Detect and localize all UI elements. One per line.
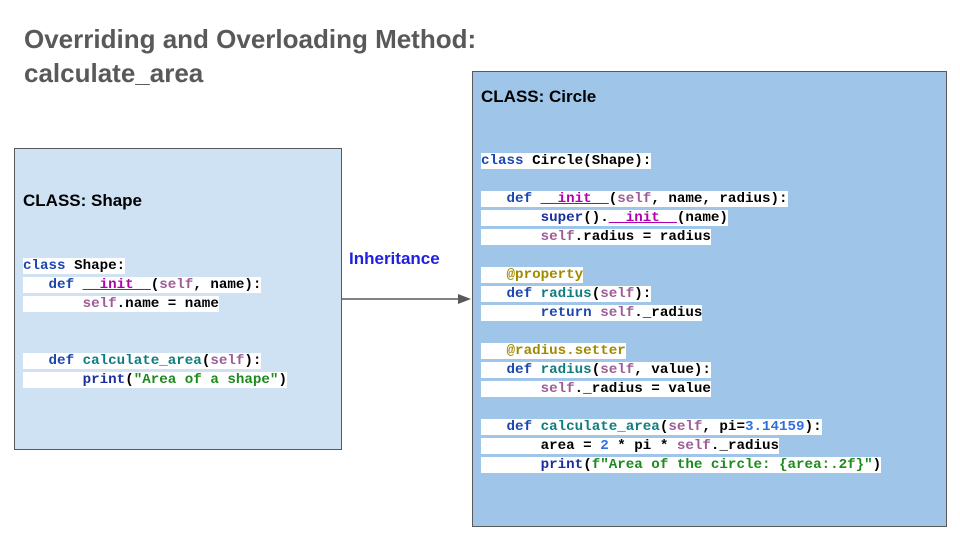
code-line: area = 2 * pi * self._radius xyxy=(481,437,881,456)
code-line: def calculate_area(self, pi=3.14159): xyxy=(481,418,881,437)
inheritance-label: Inheritance xyxy=(349,249,440,268)
code-line: class Circle(Shape): xyxy=(481,153,652,169)
code-line: return self._radius xyxy=(481,304,881,323)
code-line: @radius.setter xyxy=(481,342,881,361)
circle-class-code: class Circle(Shape): def __init__(self, … xyxy=(481,152,882,475)
code-line: self.radius = radius xyxy=(481,228,881,247)
code-line: def radius(self): xyxy=(481,285,881,304)
page-title: Overriding and Overloading Method: calcu… xyxy=(24,22,476,90)
circle-class-heading: CLASS: Circle xyxy=(481,87,597,106)
code-line: print(f"Area of the circle: {area:.2f}") xyxy=(481,456,882,475)
page-title-line-2: calculate_area xyxy=(24,58,204,88)
shape-class-code: class Shape: def __init__(self, name): s… xyxy=(23,257,287,390)
code-line: def __init__(self, name, radius): xyxy=(481,190,881,209)
code-line: print("Area of a shape") xyxy=(23,371,287,390)
code-line: self.name = name xyxy=(23,295,287,314)
arrowhead-icon xyxy=(458,294,471,304)
inheritance-arrow xyxy=(342,294,471,304)
shape-class-heading: CLASS: Shape xyxy=(23,191,143,210)
code-line: def radius(self, value): xyxy=(481,361,881,380)
code-line: @property xyxy=(481,266,881,285)
shape-class-box: CLASS: Shape class Shape: def __init__(s… xyxy=(14,148,342,450)
page-title-line-1: Overriding and Overloading Method: xyxy=(24,24,477,54)
code-line: def calculate_area(self): xyxy=(23,352,287,371)
code-line: self._radius = value xyxy=(481,380,881,399)
circle-class-box: CLASS: Circle class Circle(Shape): def _… xyxy=(472,71,947,527)
code-line: class Shape: xyxy=(23,258,126,274)
code-line: def __init__(self, name): xyxy=(23,276,287,295)
code-line: super().__init__(name) xyxy=(481,209,881,228)
